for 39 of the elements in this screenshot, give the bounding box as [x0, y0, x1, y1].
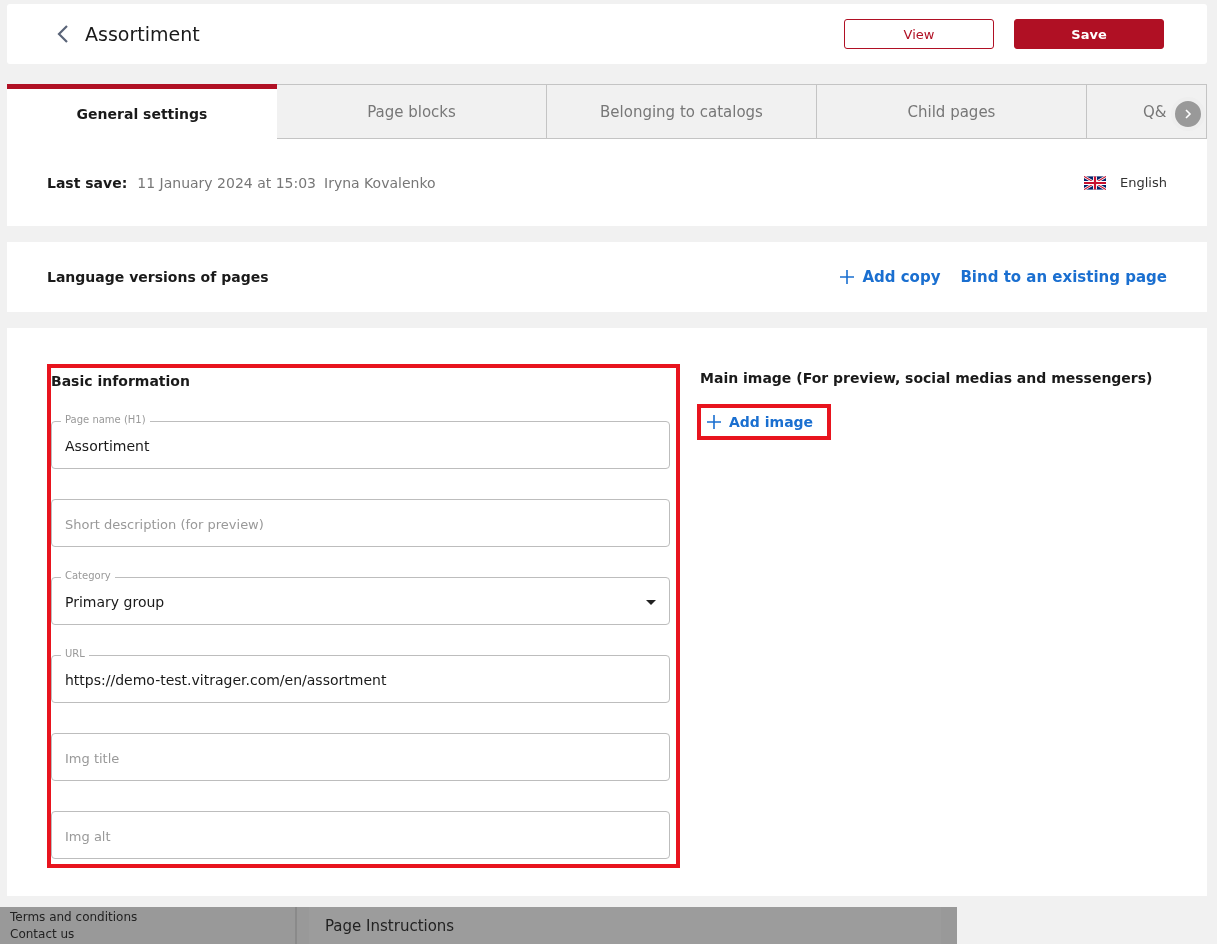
- page-title: Assortiment: [85, 23, 200, 45]
- input-field[interactable]: Img alt: [51, 803, 670, 859]
- field-label: URL: [61, 648, 89, 659]
- bind-page-link[interactable]: Bind to an existing page: [960, 268, 1167, 286]
- view-button[interactable]: View: [844, 19, 994, 49]
- field-value: https://demo-test.vitrager.com/en/assortment: [65, 672, 387, 688]
- field-value: Primary group: [65, 594, 165, 610]
- panel-title: Page Instructions: [325, 916, 455, 935]
- field-placeholder: Img alt: [65, 828, 111, 844]
- caret-icon: [646, 599, 656, 605]
- field-label: Category: [61, 570, 115, 581]
- tab[interactable]: General settings: [7, 84, 277, 139]
- last-save-user: Iryna Kovalenko: [324, 174, 436, 191]
- section-title: Basic information: [51, 373, 191, 389]
- last-save-date: 11 January 2024 at 15:03: [137, 174, 316, 191]
- section-title: Language versions of pages: [47, 269, 269, 285]
- category-dropdown[interactable]: Category Primary group: [51, 569, 670, 625]
- save-button[interactable]: Save: [1014, 19, 1164, 49]
- add-copy-link[interactable]: Add copy: [840, 268, 941, 286]
- field-placeholder: Short description (for preview): [65, 516, 264, 532]
- plus-icon: [707, 415, 721, 429]
- plus-icon: [840, 270, 855, 284]
- field-label: Page name (H1): [61, 414, 150, 425]
- section-title: Main image (For preview, social medias and messengers): [700, 370, 1153, 386]
- uk-flag-icon: [1084, 175, 1107, 190]
- input-field[interactable]: Img title: [51, 725, 670, 781]
- input-field[interactable]: Short description (for preview): [51, 491, 670, 547]
- tab[interactable]: Belonging to catalogs: [547, 84, 817, 139]
- field-placeholder: Img title: [65, 750, 120, 766]
- last-save-label: Last save:: [47, 174, 128, 191]
- tab[interactable]: Child pages: [817, 84, 1087, 139]
- chevron-right-icon: [1184, 109, 1192, 119]
- back-icon[interactable]: [57, 24, 69, 44]
- input-field[interactable]: Page name (H1) Assortiment: [51, 413, 670, 469]
- language-label[interactable]: English: [1120, 175, 1167, 190]
- add-image-button[interactable]: Add image: [697, 404, 832, 440]
- input-field[interactable]: URL https://demo-test.vitrager.com/en/assortment: [51, 647, 670, 703]
- field-value: Assortiment: [65, 438, 150, 454]
- tab[interactable]: Page blocks: [277, 84, 547, 139]
